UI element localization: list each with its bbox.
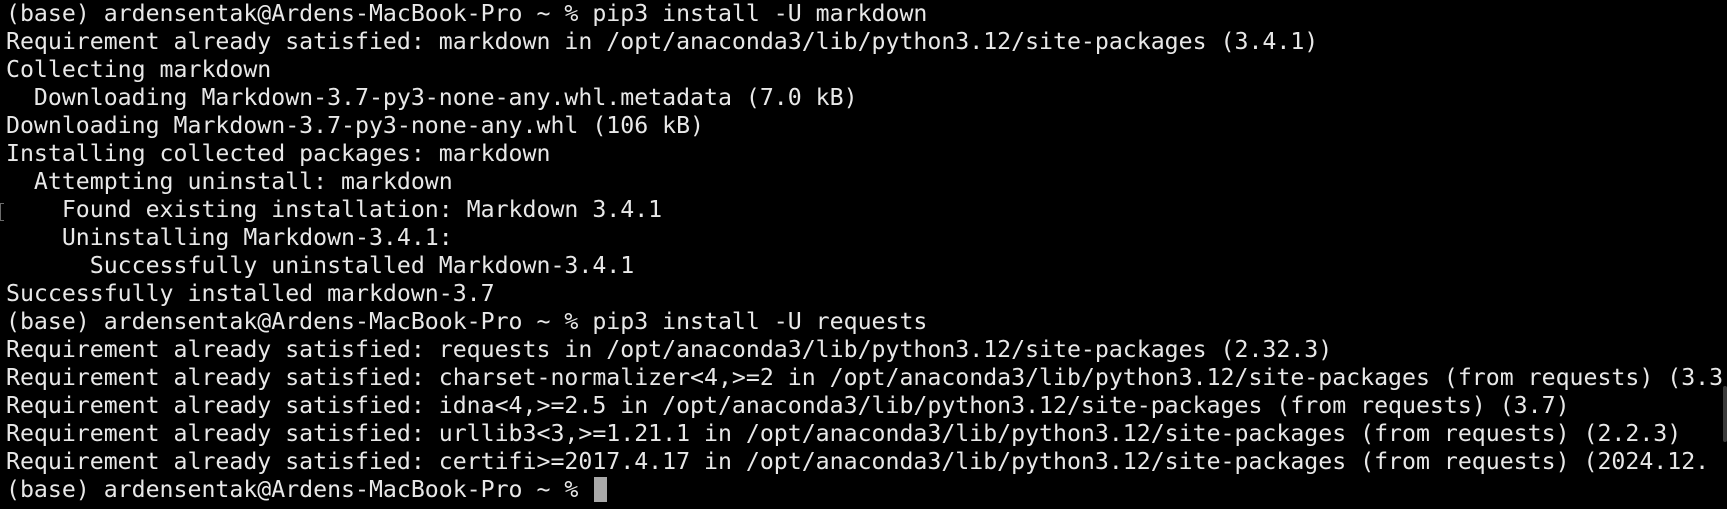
- text-cursor: [594, 477, 608, 502]
- terminal-line: Downloading Markdown-3.7-py3-none-any.wh…: [6, 112, 705, 139]
- terminal-line: (base) ardensentak@Ardens-MacBook-Pro ~ …: [6, 0, 928, 27]
- terminal-line: Requirement already satisfied: idna<4,>=…: [6, 392, 1570, 419]
- terminal-window[interactable]: (base) ardensentak@Ardens-MacBook-Pro ~ …: [0, 0, 1727, 509]
- mark-bracket-icon: [0, 203, 4, 221]
- terminal-prompt-line[interactable]: (base) ardensentak@Ardens-MacBook-Pro ~ …: [6, 476, 1727, 504]
- terminal-line: Requirement already satisfied: markdown …: [6, 28, 1319, 55]
- terminal-line: Requirement already satisfied: urllib3<3…: [6, 420, 1682, 447]
- terminal-output: (base) ardensentak@Ardens-MacBook-Pro ~ …: [6, 0, 1727, 504]
- terminal-prompt: (base) ardensentak@Ardens-MacBook-Pro ~ …: [6, 476, 593, 503]
- terminal-line: Requirement already satisfied: certifi>=…: [6, 448, 1710, 475]
- terminal-line: Downloading Markdown-3.7-py3-none-any.wh…: [6, 84, 858, 111]
- terminal-line: Uninstalling Markdown-3.4.1:: [6, 224, 453, 251]
- terminal-line: Attempting uninstall: markdown: [6, 168, 453, 195]
- terminal-line: Requirement already satisfied: requests …: [6, 336, 1333, 363]
- terminal-line: Found existing installation: Markdown 3.…: [6, 196, 663, 223]
- terminal-line: Successfully installed markdown-3.7: [6, 280, 495, 307]
- terminal-line: Collecting markdown: [6, 56, 272, 83]
- scrollbar-thumb[interactable]: [1723, 386, 1727, 442]
- terminal-line: (base) ardensentak@Ardens-MacBook-Pro ~ …: [6, 308, 928, 335]
- terminal-line: Requirement already satisfied: charset-n…: [6, 364, 1724, 391]
- terminal-line: Installing collected packages: markdown: [6, 140, 551, 167]
- terminal-line: Successfully uninstalled Markdown-3.4.1: [6, 252, 635, 279]
